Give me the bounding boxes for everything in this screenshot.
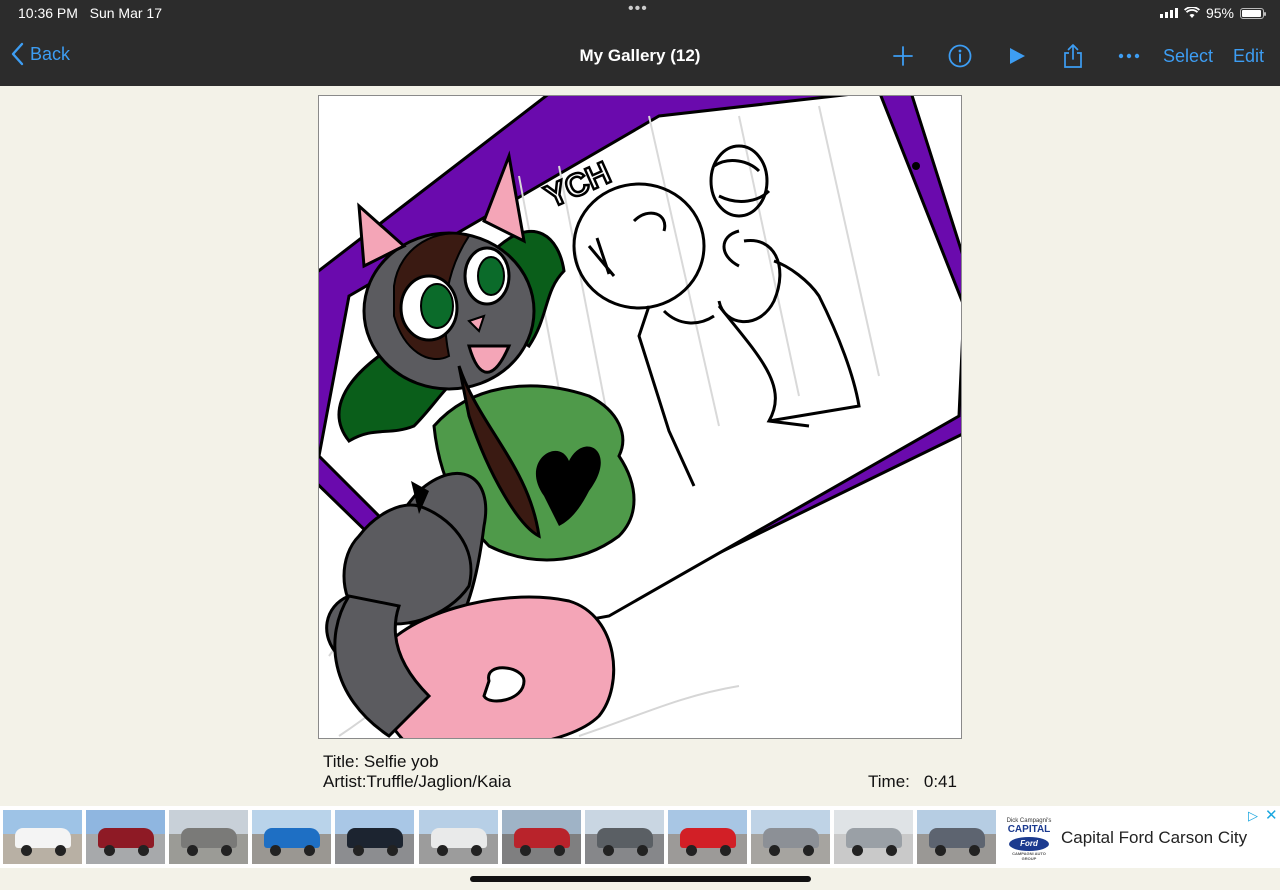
navigation-bar: Back My Gallery (12) Select Edit <box>0 26 1280 86</box>
ad-banner[interactable]: Dick Campagni's CAPITAL Ford CAMPAGNI AU… <box>0 806 1280 868</box>
status-date: Sun Mar 17 <box>89 5 162 21</box>
camera-dot <box>912 162 920 170</box>
artwork-title: Title: Selfie yob <box>323 752 439 771</box>
status-indicators: 95% <box>1159 5 1266 21</box>
cellular-signal-icon <box>1159 8 1178 18</box>
ad-headline[interactable]: Capital Ford Carson City <box>1061 828 1247 848</box>
car-thumbnail[interactable] <box>86 810 166 864</box>
info-button[interactable] <box>945 40 975 72</box>
home-indicator[interactable] <box>470 876 811 882</box>
play-icon <box>1010 48 1025 64</box>
car-thumbnail[interactable] <box>169 810 249 864</box>
play-button[interactable] <box>1002 40 1032 72</box>
more-button[interactable] <box>1114 40 1144 72</box>
artwork-artist: Artist:Truffle/Jaglion/Kaia <box>323 772 512 791</box>
artwork-info: Title: Selfie yob Artist:Truffle/Jaglion… <box>323 752 511 792</box>
artwork-time: Time: 0:41 <box>868 772 957 792</box>
info-icon <box>948 44 972 68</box>
right-eye <box>477 256 505 296</box>
plus-icon <box>893 46 913 66</box>
share-icon <box>1064 44 1082 68</box>
car-thumbnail[interactable] <box>917 810 997 864</box>
close-icon[interactable]: ✕ <box>1265 806 1278 824</box>
share-button[interactable] <box>1058 40 1088 72</box>
car-thumbnail[interactable] <box>335 810 415 864</box>
ad-choices-icon[interactable]: ▷ <box>1248 808 1258 824</box>
dealer-logo[interactable]: Dick Campagni's CAPITAL Ford CAMPAGNI AU… <box>1006 818 1052 861</box>
time-value: 0:41 <box>923 772 957 791</box>
page-title: My Gallery (12) <box>579 46 701 65</box>
battery-icon <box>1240 7 1266 19</box>
artwork-drawing: YCH <box>319 96 961 738</box>
car-thumbnail[interactable] <box>418 810 498 864</box>
multitasking-dots-icon[interactable]: ••• <box>628 0 648 18</box>
car-thumbnail[interactable] <box>834 810 913 864</box>
car-thumbnail[interactable] <box>584 810 664 864</box>
car-thumbnail[interactable] <box>750 810 830 864</box>
gallery-artwork[interactable]: YCH <box>318 95 962 739</box>
time-label: Time: <box>868 772 910 791</box>
add-button[interactable] <box>888 40 918 72</box>
select-button[interactable]: Select <box>1163 46 1213 67</box>
car-thumbnail[interactable] <box>3 810 82 864</box>
car-thumbnail[interactable] <box>667 810 747 864</box>
battery-fill <box>1242 9 1261 17</box>
edit-button[interactable]: Edit <box>1233 46 1264 67</box>
ellipsis-icon <box>1118 53 1140 59</box>
status-bar: 10:36 PM Sun Mar 17 ••• 95% <box>0 0 1280 26</box>
car-thumbnail[interactable] <box>501 810 581 864</box>
status-time: 10:36 PM Sun Mar 17 <box>18 5 162 21</box>
wifi-icon <box>1183 7 1200 18</box>
car-thumbnail[interactable] <box>252 810 332 864</box>
left-eye <box>420 283 454 329</box>
battery-percent: 95% <box>1205 5 1234 21</box>
